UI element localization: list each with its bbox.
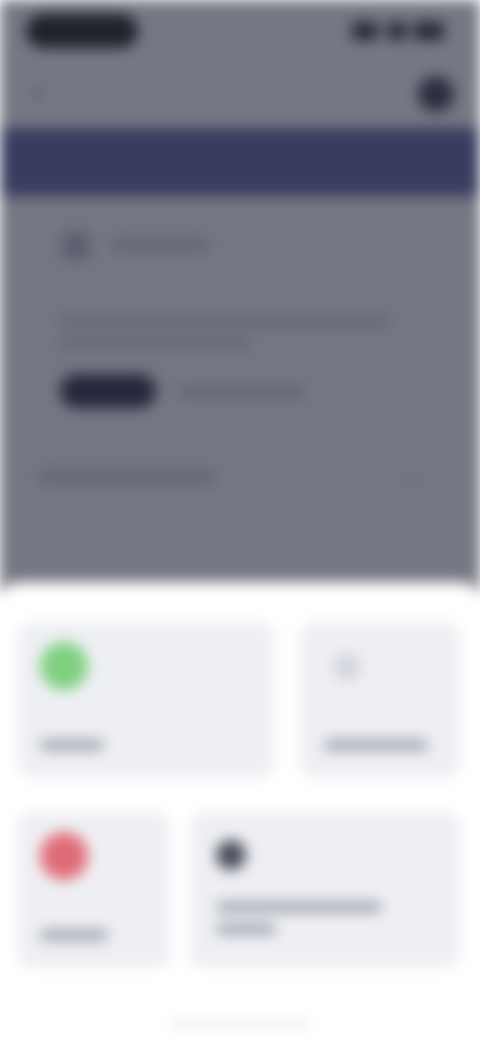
sheet-tile[interactable] <box>190 812 460 968</box>
modal-overlay[interactable] <box>0 0 480 600</box>
close-circle-icon <box>40 832 88 880</box>
tile-label <box>40 740 104 750</box>
check-circle-icon <box>40 642 88 690</box>
tile-label <box>216 902 382 912</box>
bottom-sheet <box>0 582 480 1040</box>
tile-label <box>324 740 428 750</box>
app-screen: ‹ ⌄ <box>0 0 480 1040</box>
gear-icon <box>216 840 246 870</box>
sheet-tile[interactable] <box>300 622 460 778</box>
sheet-tile[interactable] <box>18 622 274 778</box>
home-indicator <box>170 1022 310 1027</box>
tile-label <box>216 924 276 934</box>
tile-label <box>40 930 108 940</box>
sheet-tile[interactable] <box>18 812 170 968</box>
info-icon <box>334 654 360 680</box>
